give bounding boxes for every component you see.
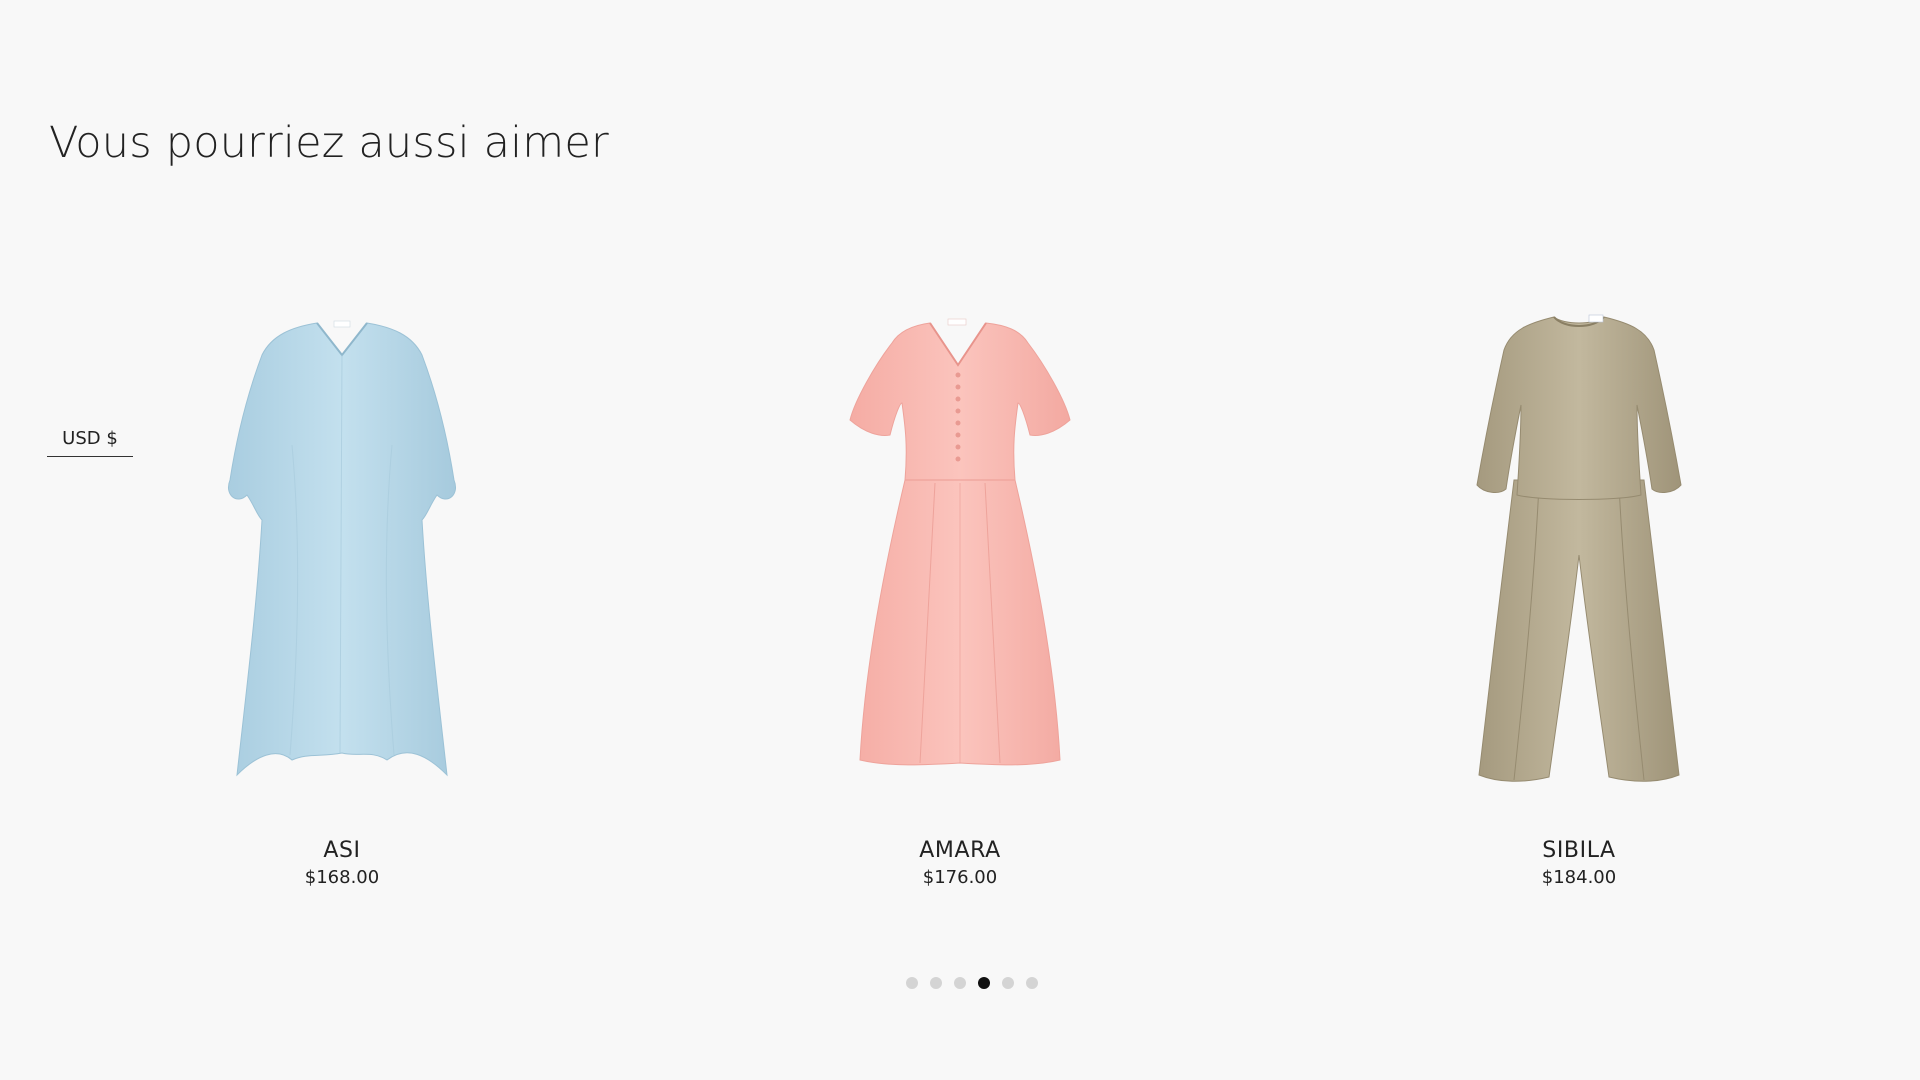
currency-selector[interactable]: USD $ — [47, 420, 133, 457]
product-card-sibila[interactable]: SIBILA $184.00 — [1389, 305, 1769, 889]
pink-dress-illustration — [849, 318, 1071, 766]
section-title: Vous pourriez aussi aimer — [49, 118, 609, 168]
kaftan-dress-illustration — [228, 320, 456, 777]
product-image-asi[interactable] — [152, 305, 532, 805]
product-price: $168.00 — [304, 867, 380, 888]
carousel-dot-6[interactable] — [1026, 977, 1038, 989]
product-card-amara[interactable]: AMARA $176.00 — [770, 305, 1150, 889]
product-name[interactable]: ASI — [152, 838, 532, 864]
carousel-pagination — [906, 977, 1038, 989]
carousel-dot-4[interactable] — [978, 977, 990, 989]
product-price: $184.00 — [1541, 867, 1617, 888]
product-price: $176.00 — [922, 867, 998, 888]
recommendations-page: Vous pourriez aussi aimer USD $ ASI $168… — [0, 0, 1920, 1080]
carousel-dot-3[interactable] — [954, 977, 966, 989]
carousel-dot-2[interactable] — [930, 977, 942, 989]
product-image-sibila[interactable] — [1389, 305, 1769, 805]
product-name[interactable]: SIBILA — [1389, 838, 1769, 864]
product-name[interactable]: AMARA — [770, 838, 1150, 864]
carousel-dot-1[interactable] — [906, 977, 918, 989]
product-card-asi[interactable]: ASI $168.00 — [152, 305, 532, 889]
carousel-dot-5[interactable] — [1002, 977, 1014, 989]
product-image-amara[interactable] — [770, 305, 1150, 805]
satin-set-illustration — [1476, 314, 1682, 782]
